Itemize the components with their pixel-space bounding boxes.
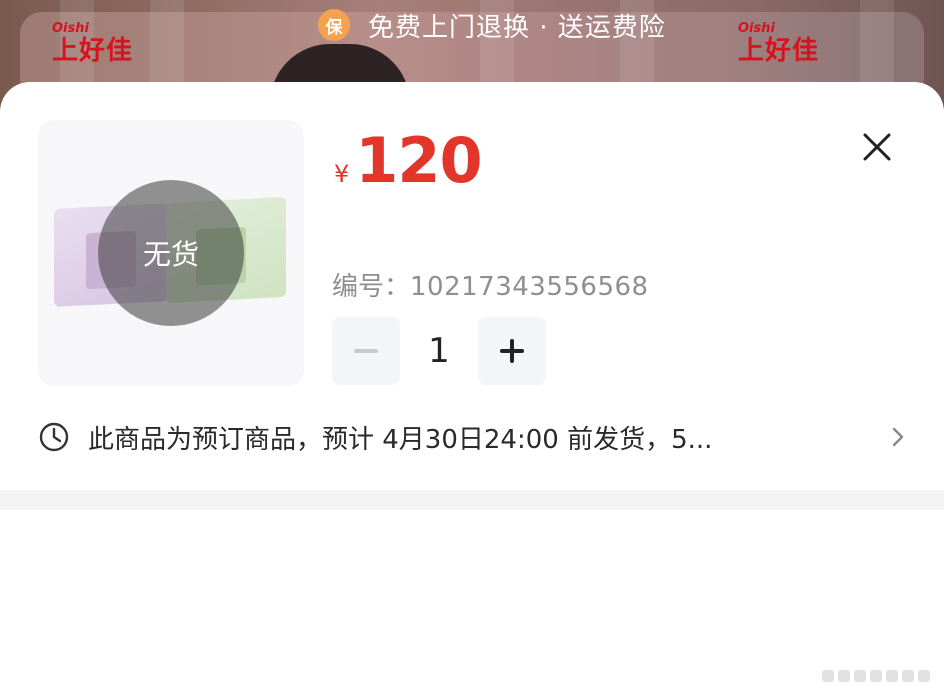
plus-icon xyxy=(500,339,524,363)
out-of-stock-overlay: 无货 xyxy=(98,180,244,326)
close-button[interactable] xyxy=(858,128,896,166)
product-code: 编号：10217343556568 xyxy=(332,266,649,303)
increase-quantity-button[interactable] xyxy=(478,317,546,385)
close-icon xyxy=(863,133,891,161)
quantity-value[interactable]: 1 xyxy=(400,331,478,371)
currency-symbol: ¥ xyxy=(334,160,350,188)
product-code-label: 编号： xyxy=(332,272,411,302)
chevron-right-icon xyxy=(892,427,904,447)
preorder-notice-text: 此商品为预订商品，预计 4月30日24:00 前发货，5... xyxy=(88,424,713,455)
out-of-stock-label: 无货 xyxy=(142,238,199,271)
watermark xyxy=(822,670,930,682)
quantity-stepper: 1 xyxy=(332,317,546,385)
minus-icon xyxy=(354,349,378,353)
promo-text: 免费上门退换 · 送运费险 xyxy=(368,12,666,43)
preorder-notice[interactable]: 此商品为预订商品，预计 4月30日24:00 前发货，5... xyxy=(38,416,912,458)
sku-selector-sheet: 无货 ¥ 120 编号：10217343556568 1 此商品为预订商品，预计… xyxy=(0,82,944,692)
price-value: 120 xyxy=(355,124,482,197)
decrease-quantity-button[interactable] xyxy=(332,317,400,385)
guarantee-badge-icon: 保 xyxy=(318,9,350,41)
clock-icon xyxy=(39,422,69,452)
product-thumbnail[interactable]: 无货 xyxy=(38,120,304,386)
price: ¥ 120 xyxy=(334,124,483,197)
promo-guarantee: 保 免费上门退换 · 送运费险 xyxy=(318,6,666,44)
brand-logo-right: Oishi 上好佳 xyxy=(738,21,820,67)
product-code-value: 10217343556568 xyxy=(410,272,649,302)
section-divider xyxy=(0,490,944,510)
brand-logo-left: Oishi 上好佳 xyxy=(52,21,134,67)
